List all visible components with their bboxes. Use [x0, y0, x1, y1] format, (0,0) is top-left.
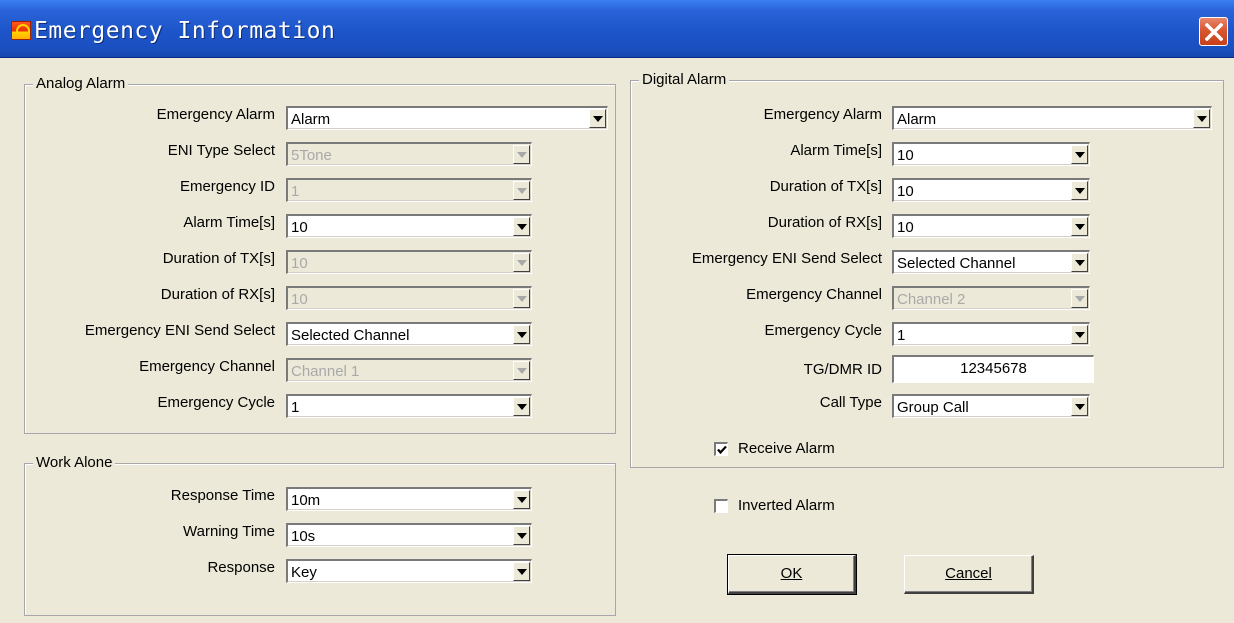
- analog-emergency-cycle-select[interactable]: 1: [286, 394, 532, 418]
- call-type-select[interactable]: Group Call: [892, 394, 1090, 418]
- warning-time-label: Warning Time: [183, 523, 275, 540]
- response-time-select[interactable]: 10m: [286, 487, 532, 511]
- analog-alarm-label: Analog Alarm: [33, 75, 129, 93]
- digital-alarm-time-label: Alarm Time[s]: [790, 142, 882, 159]
- tg-dmr-id-label: TG/DMR ID: [803, 361, 882, 378]
- warning-time-select[interactable]: 10s: [286, 523, 532, 547]
- digital-alarm-time-select[interactable]: 10: [892, 142, 1090, 166]
- chevron-down-icon: [1193, 109, 1210, 128]
- checkmark-icon: [717, 445, 727, 455]
- analog-emergency-alarm-label: Emergency Alarm: [156, 106, 275, 123]
- chevron-down-icon: [1071, 145, 1088, 164]
- inverted-alarm-box[interactable]: [714, 499, 728, 513]
- chevron-down-icon: [589, 109, 606, 128]
- analog-emergency-id-label: Emergency ID: [179, 178, 275, 195]
- chevron-down-icon: [513, 325, 530, 344]
- chevron-down-icon: [513, 397, 530, 416]
- chevron-down-icon: [513, 490, 530, 509]
- ok-button[interactable]: OK: [727, 554, 857, 595]
- work-alone-label: Work Alone: [33, 454, 116, 472]
- cancel-button[interactable]: Cancel: [904, 555, 1034, 594]
- analog-emergency-id-select: 1: [286, 178, 532, 202]
- digital-eni-send-label: Emergency ENI Send Select: [691, 250, 882, 267]
- receive-alarm-label: Receive Alarm: [738, 440, 835, 457]
- tg-dmr-id-input[interactable]: 12345678: [892, 355, 1094, 383]
- digital-eni-send-select[interactable]: Selected Channel: [892, 250, 1090, 274]
- window-title: Emergency Information: [34, 18, 336, 44]
- analog-alarm-time-label: Alarm Time[s]: [183, 214, 275, 231]
- analog-emergency-alarm-select[interactable]: Alarm: [286, 106, 608, 130]
- digital-duration-tx-label: Duration of TX[s]: [769, 178, 882, 195]
- digital-emergency-alarm-label: Emergency Alarm: [763, 106, 882, 123]
- chevron-down-icon: [1071, 217, 1088, 236]
- receive-alarm-box[interactable]: [714, 442, 728, 456]
- chevron-down-icon: [513, 289, 530, 308]
- app-icon: [11, 21, 31, 40]
- chevron-down-icon: [513, 217, 530, 236]
- receive-alarm-checkbox[interactable]: Receive Alarm: [714, 440, 914, 460]
- digital-emergency-channel-select: Channel 2: [892, 286, 1090, 310]
- analog-duration-rx-label: Duration of RX[s]: [160, 286, 275, 303]
- response-time-label: Response Time: [170, 487, 275, 504]
- digital-duration-rx-select[interactable]: 10: [892, 214, 1090, 238]
- analog-eni-send-label: Emergency ENI Send Select: [84, 322, 275, 339]
- analog-emergency-cycle-label: Emergency Cycle: [157, 394, 275, 411]
- chevron-down-icon: [513, 145, 530, 164]
- chevron-down-icon: [513, 181, 530, 200]
- digital-alarm-label: Digital Alarm: [639, 71, 730, 89]
- chevron-down-icon: [1071, 181, 1088, 200]
- digital-duration-rx-label: Duration of RX[s]: [767, 214, 882, 231]
- digital-emergency-alarm-select[interactable]: Alarm: [892, 106, 1212, 130]
- inverted-alarm-label: Inverted Alarm: [738, 497, 835, 514]
- analog-eni-send-select[interactable]: Selected Channel: [286, 322, 532, 346]
- analog-eni-type-select: 5Tone: [286, 142, 532, 166]
- chevron-down-icon: [513, 562, 530, 581]
- digital-emergency-cycle-select[interactable]: 1: [892, 322, 1090, 346]
- digital-emergency-channel-label: Emergency Channel: [746, 286, 882, 303]
- response-label: Response: [207, 559, 275, 576]
- analog-duration-tx-label: Duration of TX[s]: [162, 250, 275, 267]
- chevron-down-icon: [1071, 289, 1088, 308]
- analog-duration-rx-select: 10: [286, 286, 532, 310]
- inverted-alarm-checkbox[interactable]: Inverted Alarm: [714, 497, 914, 517]
- analog-emergency-channel-select: Channel 1: [286, 358, 532, 382]
- analog-alarm-time-select[interactable]: 10: [286, 214, 532, 238]
- chevron-down-icon: [1071, 325, 1088, 344]
- chevron-down-icon: [1071, 253, 1088, 272]
- close-button[interactable]: [1199, 17, 1228, 46]
- response-select[interactable]: Key: [286, 559, 532, 583]
- analog-eni-type-label: ENI Type Select: [167, 142, 275, 159]
- close-icon: [1205, 23, 1223, 41]
- chevron-down-icon: [513, 526, 530, 545]
- digital-emergency-cycle-label: Emergency Cycle: [764, 322, 882, 339]
- chevron-down-icon: [1071, 397, 1088, 416]
- analog-duration-tx-select: 10: [286, 250, 532, 274]
- analog-emergency-channel-label: Emergency Channel: [139, 358, 275, 375]
- chevron-down-icon: [513, 253, 530, 272]
- title-bar: Emergency Information: [0, 0, 1234, 58]
- chevron-down-icon: [513, 361, 530, 380]
- digital-duration-tx-select[interactable]: 10: [892, 178, 1090, 202]
- call-type-label: Call Type: [819, 394, 882, 411]
